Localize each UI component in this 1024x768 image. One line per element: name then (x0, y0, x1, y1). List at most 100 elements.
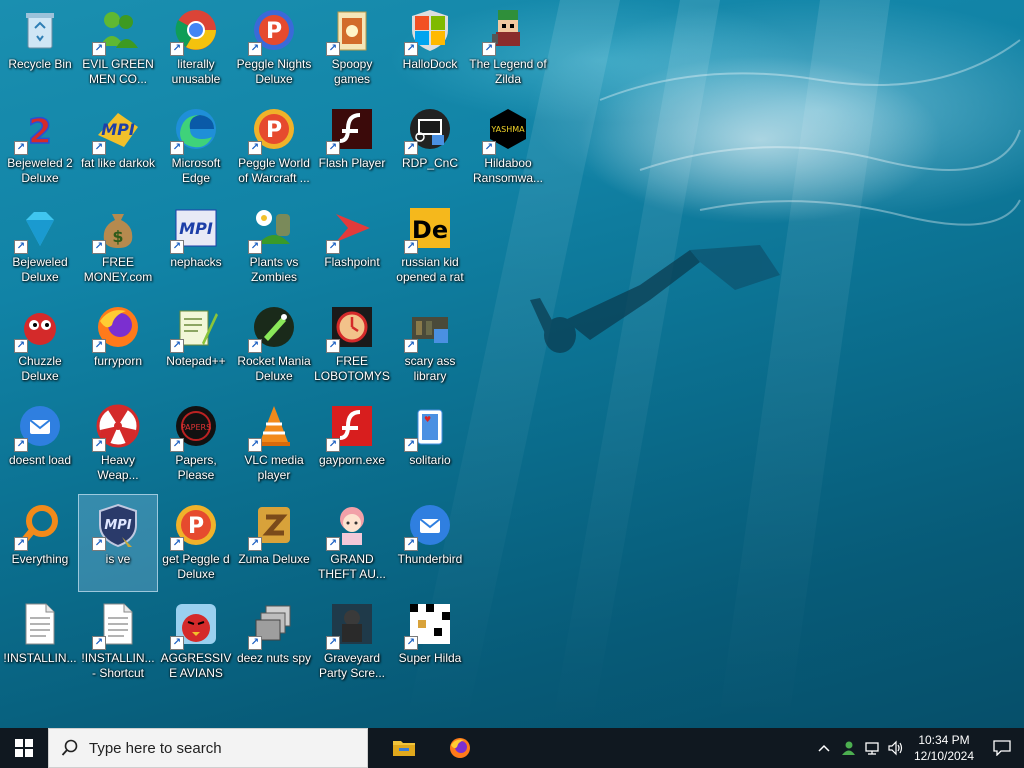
chevron-up-icon (818, 744, 830, 752)
desktop-icon-label: get Peggle d Deluxe (162, 552, 230, 581)
start-button[interactable] (0, 728, 48, 768)
desktop-icon[interactable]: ↗ HalloDock (391, 0, 469, 96)
desktop-icon[interactable]: ↗ scary ass library (391, 297, 469, 393)
desktop-icon[interactable]: ↗ Graveyard Party Scre... (313, 594, 391, 690)
shortcut-arrow-icon: ↗ (92, 339, 106, 353)
desktop-icon[interactable]: P ↗ Peggle Nights Deluxe (235, 0, 313, 96)
desktop-icon[interactable]: ↗ The Legend of Zilda (469, 0, 547, 96)
desktop-icon[interactable]: ↗ deez nuts spy (235, 594, 313, 690)
file-explorer-icon (393, 741, 415, 756)
desktop-icon[interactable]: ↗ VLC media player (235, 396, 313, 492)
recycle-bin-icon (16, 6, 64, 54)
tray-network-button[interactable] (860, 728, 884, 768)
desktop-icon[interactable]: Recycle Bin (1, 0, 79, 96)
desktop-icon[interactable]: ↗ GRAND THEFT AU... (313, 495, 391, 591)
desktop-icon[interactable]: ↗ AGGRESSIVE AVIANS (157, 594, 235, 690)
shortcut-arrow-icon: ↗ (14, 339, 28, 353)
desktop-icon[interactable]: MPI ↗ nephacks (157, 198, 235, 294)
desktop-icon[interactable]: PAPERS ↗ Papers, Please (157, 396, 235, 492)
shortcut-arrow-icon: ↗ (14, 438, 28, 452)
desktop-icon-label: !INSTALLIN... (3, 651, 77, 665)
desktop-icon[interactable]: ↗ Flash Player (313, 99, 391, 195)
desktop-icon[interactable]: YASHMA ↗ Hildaboo Ransomwa... (469, 99, 547, 195)
flash-red-icon: ↗ (326, 402, 376, 452)
system-tray: 10:34 PM 12/10/2024 (812, 728, 1024, 768)
desktop-icon[interactable]: MPI ↗ is ve (78, 494, 158, 592)
desktop-icon[interactable]: P ↗ Peggle World of Warcraft ... (235, 99, 313, 195)
shortcut-arrow-icon: ↗ (248, 42, 262, 56)
desktop-icon[interactable]: !INSTALLIN... (1, 594, 79, 690)
desktop-icon[interactable]: ↗ literally unusable (157, 0, 235, 96)
shortcut-arrow-icon: ↗ (170, 42, 184, 56)
desktop-icon-label: Peggle World of Warcraft ... (238, 156, 310, 185)
taskbar-search-box[interactable]: Type here to search (48, 728, 368, 768)
svg-text:MPI: MPI (101, 120, 135, 139)
angry-bird-icon: ↗ (170, 600, 220, 650)
desktop-icon[interactable]: ↗ Bejeweled Deluxe (1, 198, 79, 294)
desktop-icon[interactable]: ↗ Microsoft Edge (157, 99, 235, 195)
taskbar-file-explorer[interactable] (380, 728, 428, 768)
svg-text:♥: ♥ (424, 415, 431, 424)
desktop-icon[interactable]: $ ↗ FREE MONEY.com (79, 198, 157, 294)
desktop-icon[interactable]: ↗ Zuma Deluxe (235, 495, 313, 591)
desktop-icon[interactable]: ↗ furryporn (79, 297, 157, 393)
shortcut-arrow-icon: ↗ (482, 42, 496, 56)
desktop-icon[interactable]: ↗ Notepad++ (157, 297, 235, 393)
taskbar-clock[interactable]: 10:34 PM 12/10/2024 (908, 732, 980, 764)
tray-volume-button[interactable] (884, 728, 908, 768)
desktop-icon[interactable]: 2 ↗ Bejeweled 2 Deluxe (1, 99, 79, 195)
desktop-icon[interactable]: ♥ ↗ solitario (391, 396, 469, 492)
shortcut-arrow-icon: ↗ (170, 339, 184, 353)
taskbar-firefox[interactable] (436, 728, 484, 768)
desktop-icon-label: VLC media player (244, 453, 304, 482)
desktop-icon-label: Super Hilda (398, 651, 462, 665)
desktop-icon[interactable]: ↗ gayporn.exe (313, 396, 391, 492)
svg-text:2: 2 (28, 112, 52, 152)
desktop-icon-label: Heavy Weap... (97, 453, 139, 482)
action-center-button[interactable] (980, 728, 1024, 768)
shortcut-arrow-icon: ↗ (248, 438, 262, 452)
desktop-icon-label: The Legend of Zilda (469, 57, 547, 86)
desktop-icon[interactable]: ↗ Rocket Mania Deluxe (235, 297, 313, 393)
desktop-icon[interactable]: ↗ Everything (1, 495, 79, 591)
desktop-icon[interactable]: ↗ Flashpoint (313, 198, 391, 294)
clock-icon: ↗ (326, 303, 376, 353)
desktop-icon[interactable]: De ↗ russian kid opened a rat (391, 198, 469, 294)
desktop-icon-label: Chuzzle Deluxe (18, 354, 62, 383)
desktop-icon[interactable]: ↗ !INSTALLIN... - Shortcut (79, 594, 157, 690)
desktop-icon[interactable]: ↗ Super Hilda (391, 594, 469, 690)
pixel-map-icon: ↗ (404, 600, 454, 650)
tray-user-icon-button[interactable] (836, 728, 860, 768)
clock-time: 10:34 PM (918, 733, 970, 747)
taskbar: Type here to search 10:34 PM 12/10/2024 (0, 728, 1024, 768)
shortcut-arrow-icon: ↗ (248, 537, 262, 551)
svg-text:YASHMA: YASHMA (490, 125, 525, 134)
desktop-icon[interactable]: ↗ Spoopy games (313, 0, 391, 96)
desktop-icon-label: Notepad++ (166, 354, 226, 368)
desktop-icon[interactable]: P ↗ get Peggle d Deluxe (157, 495, 235, 591)
desktop-icon-label: FREE LOBOTOMYS (314, 354, 390, 383)
chrome-icon: ↗ (170, 6, 220, 56)
desktop-icon[interactable]: ↗ RDP_CnC (391, 99, 469, 195)
shortcut-arrow-icon: ↗ (92, 537, 106, 551)
diamond-icon: ↗ (14, 204, 64, 254)
windows-stack-icon: ↗ (248, 600, 298, 650)
desktop-icon[interactable]: ↗ FREE LOBOTOMYS (313, 297, 391, 393)
desktop-icon[interactable]: ↗ EVIL GREEN MEN CO... (79, 0, 157, 96)
desktop-icon[interactable]: ↗ Plants vs Zombies (235, 198, 313, 294)
desktop-icon[interactable]: ↗ Thunderbird (391, 495, 469, 591)
rocket-icon: ↗ (248, 303, 298, 353)
shortcut-arrow-icon: ↗ (92, 42, 106, 56)
desktop-icon[interactable]: ↗ doesnt load (1, 396, 79, 492)
firefox-icon: ↗ (92, 303, 142, 353)
desktop-icon[interactable]: MPI ↗ fat like darkok (79, 99, 157, 195)
pixel-character-icon: ↗ (482, 6, 532, 56)
shortcut-arrow-icon: ↗ (404, 438, 418, 452)
desktop-icon[interactable]: ↗ Heavy Weap... (79, 396, 157, 492)
tray-overflow-button[interactable] (812, 728, 836, 768)
desktop-icon-label: solitario (409, 453, 451, 467)
desktop-icon[interactable]: ↗ Chuzzle Deluxe (1, 297, 79, 393)
windows-logo-icon (15, 739, 33, 757)
de-icon: De ↗ (404, 204, 454, 254)
thunderbird-icon: ↗ (14, 402, 64, 452)
